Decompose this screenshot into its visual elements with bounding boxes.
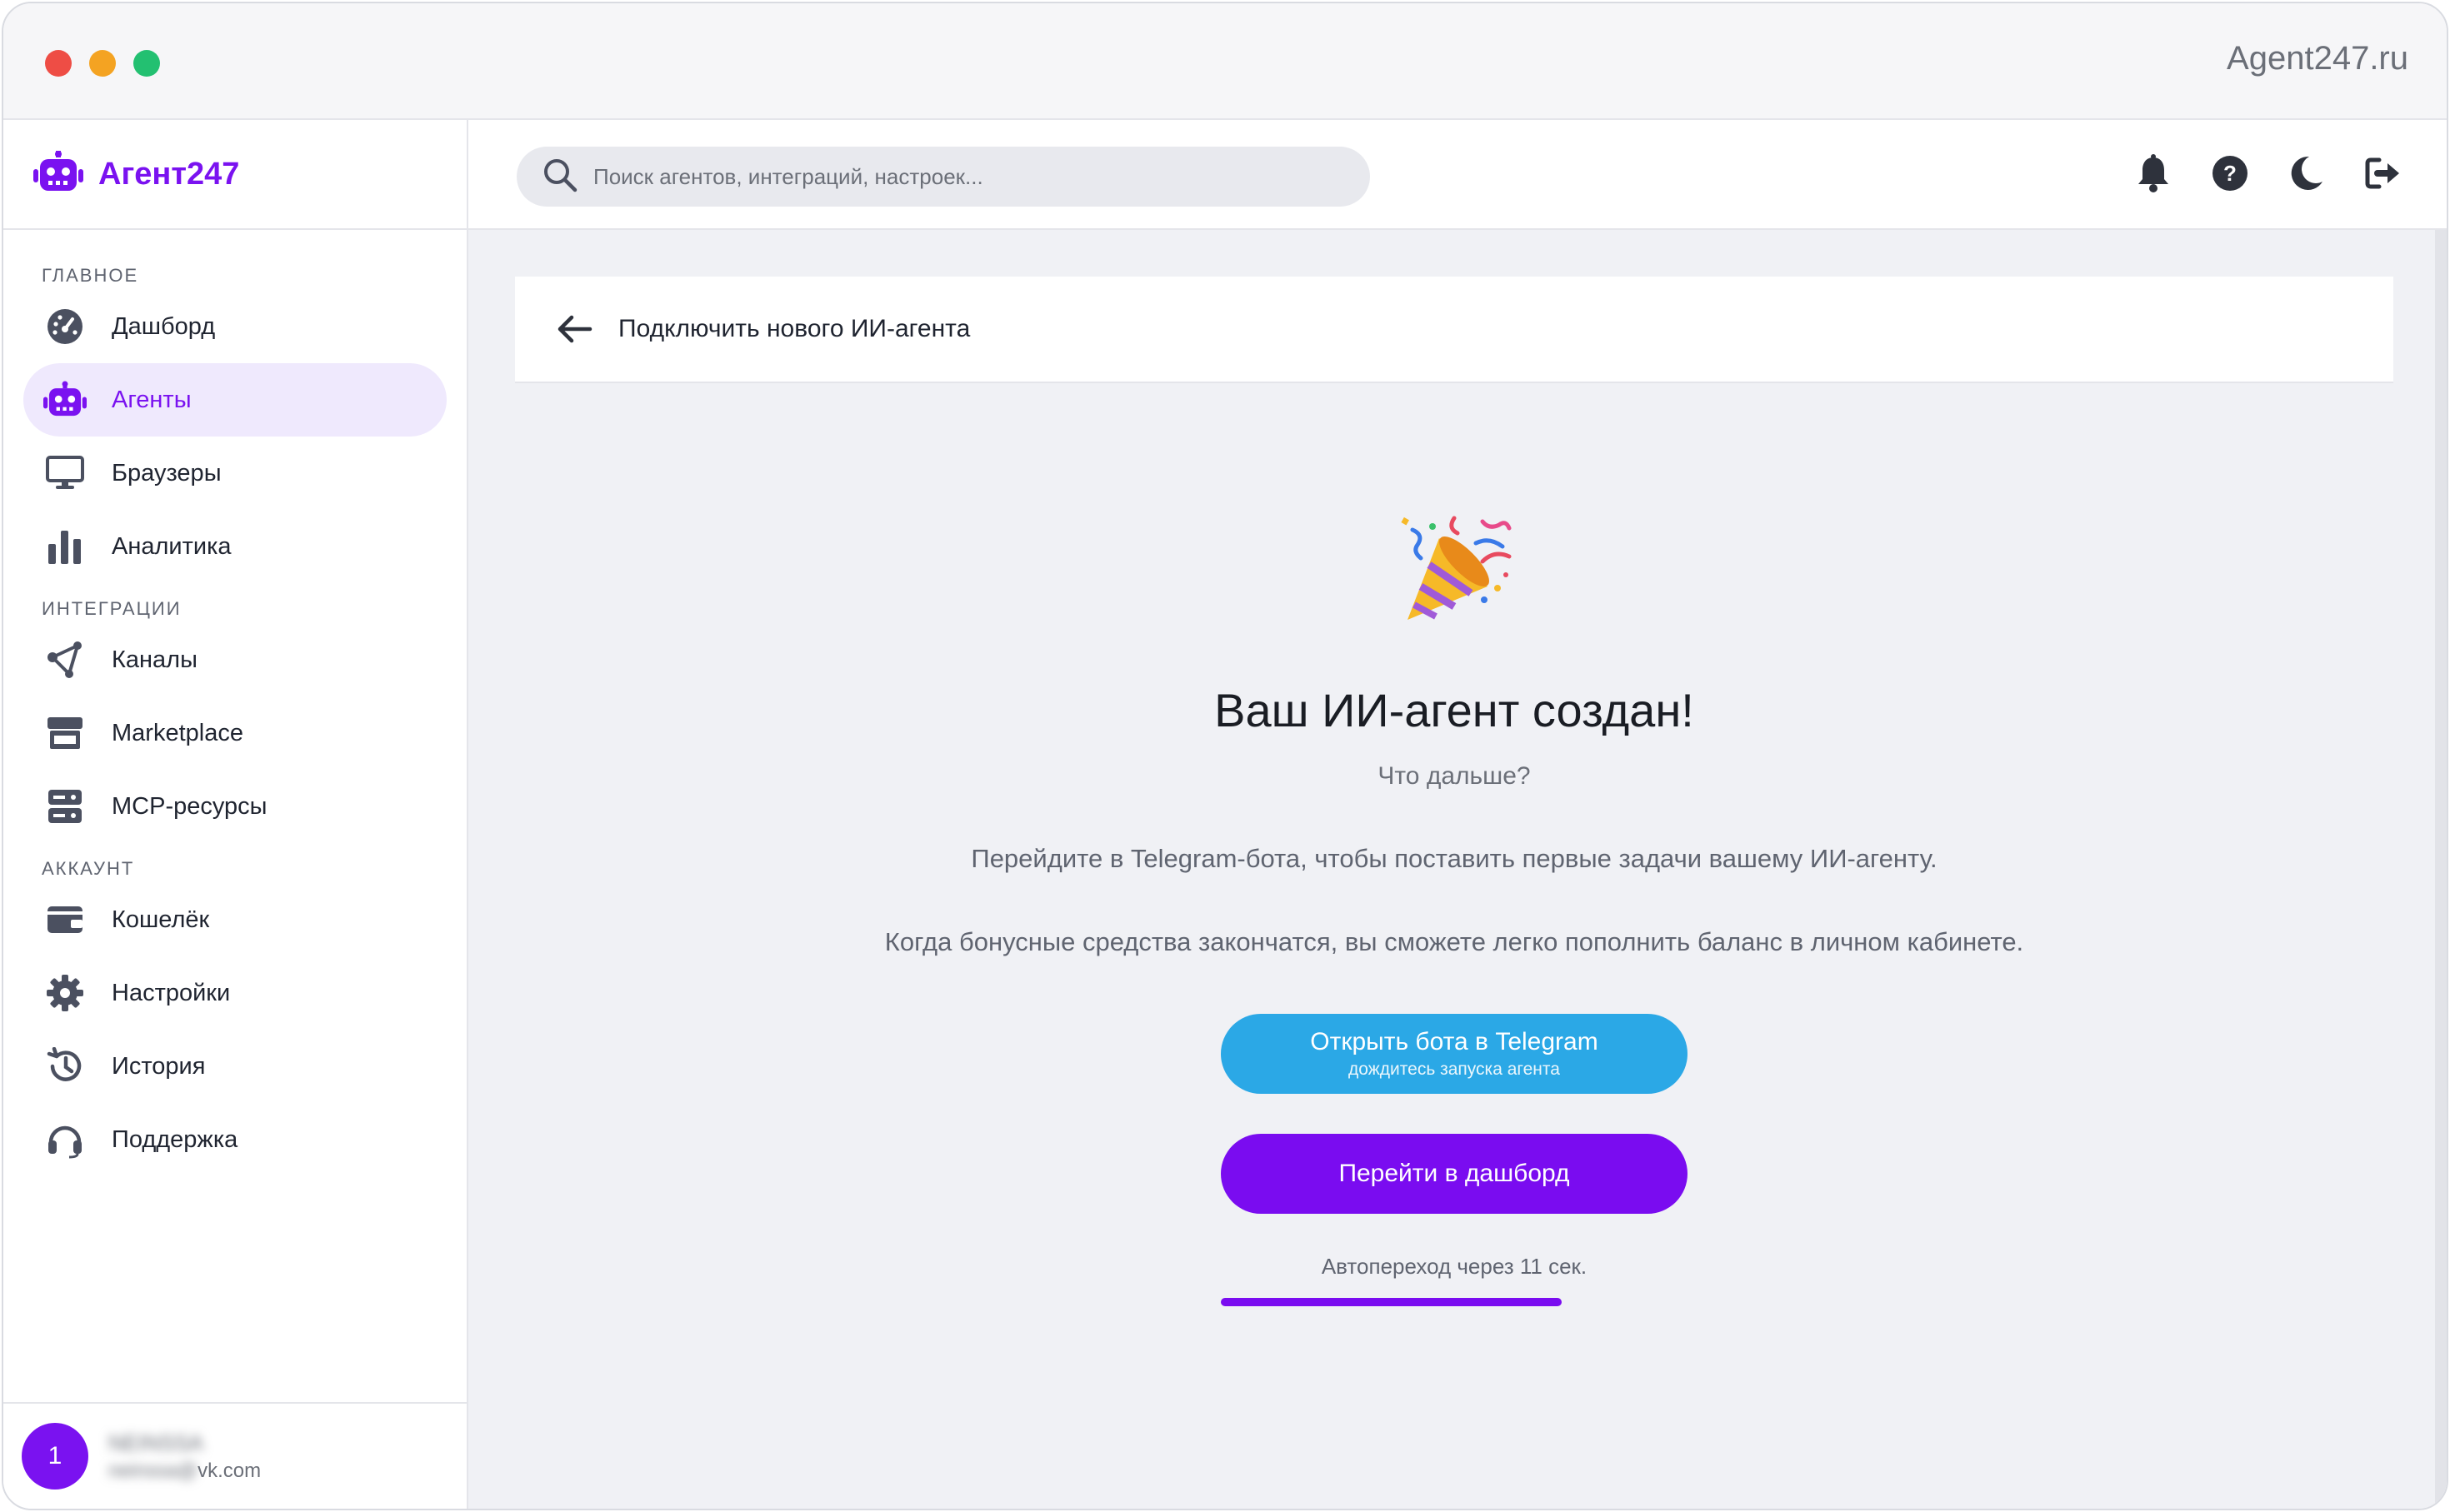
user-profile[interactable]: 1 NEINSSA neinssa@vk.com — [3, 1402, 467, 1509]
top-header: ? — [468, 120, 2447, 230]
open-telegram-bot-button[interactable]: Открыть бота в Telegram дождитесь запуск… — [1221, 1014, 1688, 1094]
bell-icon[interactable] — [2133, 152, 2173, 195]
sidebar-item-label: Marketplace — [112, 719, 243, 746]
user-email-masked: neinssa@ — [108, 1459, 198, 1482]
telegram-button-sublabel: дождитесь запуска агента — [1348, 1060, 1560, 1079]
party-popper-icon — [515, 513, 2393, 626]
redirect-progress-fill — [1221, 1298, 1562, 1306]
window-titlebar: Agent247.ru — [3, 3, 2447, 120]
search-input[interactable] — [593, 163, 1343, 190]
instruction-telegram: Перейдите в Telegram-бота, чтобы постави… — [971, 844, 1938, 873]
sidebar-item-label: Браузеры — [112, 459, 222, 487]
sidebar: Агент247 ГЛАВНОЕ Дашборд Агенты Браузеры — [3, 120, 468, 1509]
search-icon — [542, 157, 578, 197]
wallet-icon — [43, 898, 87, 941]
minimize-window-button[interactable] — [89, 50, 116, 77]
monitor-icon — [43, 452, 87, 495]
sidebar-item-label: Поддержка — [112, 1125, 238, 1153]
go-to-dashboard-button[interactable]: Перейти в дашборд — [1221, 1134, 1688, 1214]
sidebar-item-label: Каналы — [112, 646, 198, 673]
success-headline: Ваш ИИ-агент создан! — [1214, 684, 1694, 736]
sidebar-item-label: Кошелёк — [112, 906, 210, 933]
sidebar-item-marketplace[interactable]: Marketplace — [23, 696, 447, 770]
sidebar-item-browsers[interactable]: Браузеры — [23, 437, 447, 510]
bar-chart-icon — [43, 525, 87, 568]
server-icon — [43, 785, 87, 828]
brand-name: Агент247 — [98, 156, 240, 192]
sidebar-item-dashboard[interactable]: Дашборд — [23, 290, 447, 363]
user-email-domain: vk.com — [198, 1459, 262, 1482]
sidebar-item-history[interactable]: История — [23, 1030, 447, 1103]
telegram-button-label: Открыть бота в Telegram — [1310, 1028, 1598, 1055]
section-label-main: ГЛАВНОЕ — [42, 265, 139, 286]
redirect-progress-bar — [1221, 1298, 1688, 1306]
instruction-balance: Когда бонусные средства закончатся, вы с… — [884, 927, 2024, 956]
robot-icon — [43, 378, 87, 422]
sidebar-item-analytics[interactable]: Аналитика — [23, 510, 447, 583]
maximize-window-button[interactable] — [133, 50, 160, 77]
site-url: Agent247.ru — [2227, 40, 2408, 77]
search-bar[interactable] — [517, 147, 1370, 207]
robot-logo-icon — [33, 150, 83, 198]
sidebar-item-label: История — [112, 1052, 206, 1080]
section-label-integrations: ИНТЕГРАЦИИ — [42, 598, 182, 619]
scrollbar[interactable] — [2435, 230, 2447, 1509]
share-icon — [43, 638, 87, 681]
sidebar-item-mcp-resources[interactable]: MCP-ресурсы — [23, 770, 447, 843]
page-title: Подключить нового ИИ-агента — [618, 315, 971, 342]
sidebar-item-label: Настройки — [112, 979, 231, 1006]
page-header: Подключить нового ИИ-агента — [515, 277, 2393, 383]
sidebar-item-label: MCP-ресурсы — [112, 792, 268, 820]
sidebar-item-wallet[interactable]: Кошелёк — [23, 883, 447, 956]
sidebar-item-support[interactable]: Поддержка — [23, 1103, 447, 1176]
section-label-account: АККАУНТ — [42, 858, 135, 879]
user-email: neinssa@vk.com — [108, 1460, 261, 1483]
close-window-button[interactable] — [45, 50, 72, 77]
moon-icon[interactable] — [2287, 152, 2327, 195]
sidebar-item-label: Аналитика — [112, 532, 232, 560]
svg-text:?: ? — [2223, 161, 2237, 186]
back-arrow-icon[interactable] — [555, 309, 595, 349]
sidebar-item-label: Дашборд — [112, 312, 216, 340]
gauge-icon — [43, 305, 87, 348]
help-icon[interactable]: ? — [2210, 152, 2250, 195]
sidebar-item-label: Агенты — [112, 386, 192, 413]
main-content: Подключить нового ИИ-агента Ваш ИИ-агент… — [468, 230, 2447, 1509]
headset-icon — [43, 1118, 87, 1161]
sidebar-item-agents[interactable]: Агенты — [23, 363, 447, 437]
user-name: NEINSSA — [108, 1430, 204, 1455]
browser-window: Agent247.ru Агент247 ГЛАВНОЕ Дашборд Аге… — [2, 2, 2448, 1510]
avatar: 1 — [22, 1423, 88, 1490]
sidebar-item-channels[interactable]: Каналы — [23, 623, 447, 696]
gear-icon — [43, 971, 87, 1015]
success-panel: Ваш ИИ-агент создан! Что дальше? Перейди… — [515, 513, 2393, 1306]
logout-icon[interactable] — [2363, 152, 2403, 195]
history-icon — [43, 1045, 87, 1088]
sidebar-item-settings[interactable]: Настройки — [23, 956, 447, 1030]
auto-redirect-text: Автопереход через 11 сек. — [1321, 1254, 1588, 1279]
brand-logo[interactable]: Агент247 — [3, 120, 467, 230]
store-icon — [43, 711, 87, 755]
next-steps-subhead: Что дальше? — [1378, 762, 1531, 790]
